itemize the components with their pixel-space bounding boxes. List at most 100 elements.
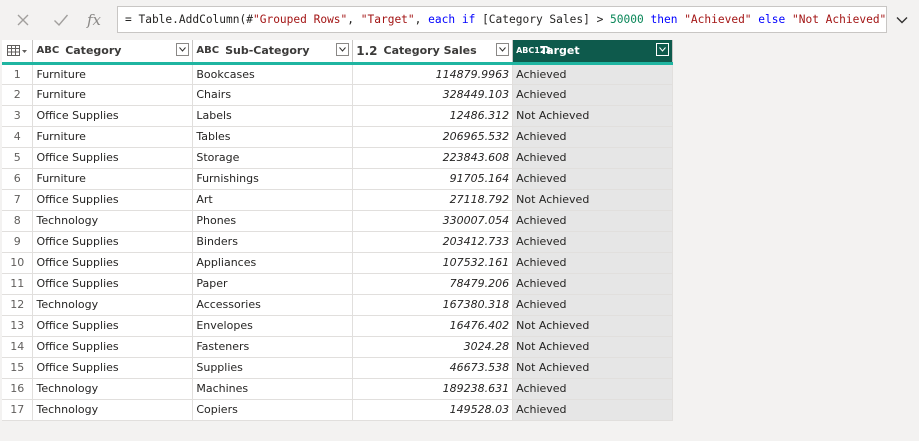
cell-sub-category[interactable]: Appliances xyxy=(192,252,354,274)
row-number[interactable]: 10 xyxy=(2,252,34,274)
cell-sub-category[interactable]: Bookcases xyxy=(192,63,354,85)
cancel-button[interactable] xyxy=(9,8,37,32)
cell-category-sales[interactable]: 27118.792 xyxy=(352,189,514,211)
commit-button[interactable] xyxy=(47,8,75,32)
insert-function-button[interactable]: fx xyxy=(80,8,108,32)
row-number[interactable]: 1 xyxy=(2,63,34,85)
cell-category[interactable]: Office Supplies xyxy=(32,336,194,358)
row-number[interactable]: 12 xyxy=(2,294,34,316)
cell-category-sales[interactable]: 189238.631 xyxy=(352,378,514,400)
cell-sub-category[interactable]: Fasteners xyxy=(192,336,354,358)
cell-category[interactable]: Technology xyxy=(32,378,194,400)
column-filter-button[interactable] xyxy=(336,43,350,56)
cell-category[interactable]: Furniture xyxy=(32,126,194,148)
row-number[interactable]: 17 xyxy=(2,399,34,421)
cell-category[interactable]: Furniture xyxy=(32,63,194,85)
cell-sub-category[interactable]: Storage xyxy=(192,147,354,169)
cell-target[interactable]: Achieved xyxy=(512,252,673,274)
cell-category-sales[interactable]: 203412.733 xyxy=(352,231,514,253)
column-header-target[interactable]: ABC123 Target xyxy=(512,40,673,65)
row-number[interactable]: 7 xyxy=(2,189,34,211)
cell-sub-category[interactable]: Labels xyxy=(192,105,354,127)
cell-target[interactable]: Achieved xyxy=(512,210,673,232)
cell-category[interactable]: Office Supplies xyxy=(32,252,194,274)
column-header-category-sales[interactable]: 1.2 Category Sales xyxy=(352,40,514,65)
cell-target[interactable]: Achieved xyxy=(512,126,673,148)
cell-target[interactable]: Achieved xyxy=(512,273,673,295)
row-number[interactable]: 4 xyxy=(2,126,34,148)
column-filter-button[interactable] xyxy=(176,43,190,56)
cell-category-sales[interactable]: 46673.538 xyxy=(352,357,514,379)
column-filter-button[interactable] xyxy=(496,43,510,56)
cell-category-sales[interactable]: 330007.054 xyxy=(352,210,514,232)
cell-sub-category[interactable]: Binders xyxy=(192,231,354,253)
cell-category-sales[interactable]: 223843.608 xyxy=(352,147,514,169)
row-number[interactable]: 3 xyxy=(2,105,34,127)
cell-sub-category[interactable]: Phones xyxy=(192,210,354,232)
text-type-icon[interactable]: ABC xyxy=(36,45,59,56)
cell-category[interactable]: Technology xyxy=(32,294,194,316)
cell-target[interactable]: Achieved xyxy=(512,378,673,400)
cell-category[interactable]: Office Supplies xyxy=(32,189,194,211)
cell-target[interactable]: Achieved xyxy=(512,399,673,421)
row-number[interactable]: 11 xyxy=(2,273,34,295)
expand-formula-button[interactable] xyxy=(893,11,911,29)
cell-category[interactable]: Office Supplies xyxy=(32,315,194,337)
table-menu-button[interactable] xyxy=(2,40,34,65)
cell-category-sales[interactable]: 3024.28 xyxy=(352,336,514,358)
row-number[interactable]: 16 xyxy=(2,378,34,400)
cell-category-sales[interactable]: 167380.318 xyxy=(352,294,514,316)
cell-target[interactable]: Achieved xyxy=(512,84,673,106)
cell-category[interactable]: Office Supplies xyxy=(32,273,194,295)
cell-category[interactable]: Technology xyxy=(32,210,194,232)
cell-category[interactable]: Office Supplies xyxy=(32,231,194,253)
cell-sub-category[interactable]: Furnishings xyxy=(192,168,354,190)
decimal-type-icon[interactable]: 1.2 xyxy=(356,45,377,57)
cell-target[interactable]: Not Achieved xyxy=(512,105,673,127)
cell-target[interactable]: Achieved xyxy=(512,168,673,190)
row-number[interactable]: 15 xyxy=(2,357,34,379)
cell-sub-category[interactable]: Machines xyxy=(192,378,354,400)
cell-target[interactable]: Not Achieved xyxy=(512,189,673,211)
cell-sub-category[interactable]: Envelopes xyxy=(192,315,354,337)
cell-category-sales[interactable]: 91705.164 xyxy=(352,168,514,190)
cell-sub-category[interactable]: Supplies xyxy=(192,357,354,379)
column-header-category[interactable]: ABC Category xyxy=(32,40,194,65)
cell-sub-category[interactable]: Accessories xyxy=(192,294,354,316)
cell-target[interactable]: Achieved xyxy=(512,294,673,316)
row-number[interactable]: 8 xyxy=(2,210,34,232)
cell-category-sales[interactable]: 78479.206 xyxy=(352,273,514,295)
cell-sub-category[interactable]: Copiers xyxy=(192,399,354,421)
row-number[interactable]: 6 xyxy=(2,168,34,190)
cell-target[interactable]: Not Achieved xyxy=(512,315,673,337)
cell-category[interactable]: Furniture xyxy=(32,84,194,106)
column-filter-button[interactable] xyxy=(656,43,669,56)
row-number[interactable]: 13 xyxy=(2,315,34,337)
row-number[interactable]: 9 xyxy=(2,231,34,253)
cell-category-sales[interactable]: 149528.03 xyxy=(352,399,514,421)
text-type-icon[interactable]: ABC xyxy=(196,45,219,56)
row-number[interactable]: 5 xyxy=(2,147,34,169)
cell-sub-category[interactable]: Chairs xyxy=(192,84,354,106)
cell-target[interactable]: Achieved xyxy=(512,231,673,253)
cell-category[interactable]: Office Supplies xyxy=(32,105,194,127)
cell-sub-category[interactable]: Paper xyxy=(192,273,354,295)
row-number[interactable]: 2 xyxy=(2,84,34,106)
cell-target[interactable]: Not Achieved xyxy=(512,336,673,358)
formula-input[interactable]: = Table.AddColumn(#"Grouped Rows", "Targ… xyxy=(117,6,887,33)
cell-category[interactable]: Office Supplies xyxy=(32,357,194,379)
cell-category-sales[interactable]: 107532.161 xyxy=(352,252,514,274)
cell-target[interactable]: Not Achieved xyxy=(512,357,673,379)
cell-category-sales[interactable]: 206965.532 xyxy=(352,126,514,148)
cell-target[interactable]: Achieved xyxy=(512,147,673,169)
cell-category-sales[interactable]: 114879.9963 xyxy=(352,63,514,85)
cell-sub-category[interactable]: Art xyxy=(192,189,354,211)
cell-category-sales[interactable]: 12486.312 xyxy=(352,105,514,127)
cell-target[interactable]: Achieved xyxy=(512,63,673,85)
cell-category-sales[interactable]: 328449.103 xyxy=(352,84,514,106)
row-number[interactable]: 14 xyxy=(2,336,34,358)
cell-category[interactable]: Office Supplies xyxy=(32,147,194,169)
any-type-icon[interactable]: ABC123 xyxy=(516,46,551,55)
cell-category-sales[interactable]: 16476.402 xyxy=(352,315,514,337)
cell-category[interactable]: Furniture xyxy=(32,168,194,190)
